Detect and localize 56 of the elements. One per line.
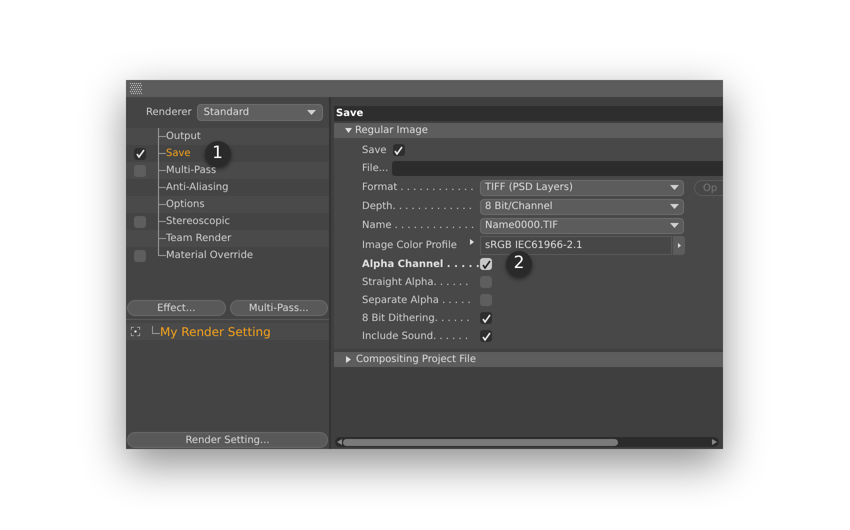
render-setting-button[interactable]: Render Setting... bbox=[127, 432, 328, 448]
panel-button[interactable]: Multi-Pass... bbox=[230, 300, 328, 316]
field-label: 8 Bit Dithering. . . . . . bbox=[362, 312, 470, 326]
caret-icon bbox=[670, 204, 679, 209]
field-label: Straight Alpha. . . . . . bbox=[362, 276, 468, 290]
horizontal-scrollbar[interactable] bbox=[335, 437, 719, 447]
tree-item[interactable]: Stereoscopic bbox=[166, 214, 230, 229]
dropdown[interactable]: TIFF (PSD Layers) bbox=[480, 180, 684, 196]
group-header[interactable]: Regular Image bbox=[334, 123, 723, 138]
field-label: Format . . . . . . . . . . . . bbox=[362, 181, 474, 195]
scroll-right-icon[interactable] bbox=[712, 439, 717, 445]
color-profile-field: sRGB IEC61966-2.1 bbox=[480, 236, 672, 254]
panel-title: Save bbox=[334, 106, 723, 121]
checkbox[interactable] bbox=[134, 250, 146, 262]
focus-icon bbox=[131, 327, 140, 336]
check-icon bbox=[482, 260, 490, 268]
dropdown[interactable]: Name0000.TIF bbox=[480, 218, 684, 234]
tree-item[interactable]: Options bbox=[166, 197, 205, 212]
callout-badge: 2 bbox=[506, 251, 532, 277]
field-label: Separate Alpha . . . . . bbox=[362, 294, 471, 308]
triangle-right-icon bbox=[345, 356, 352, 363]
caret-icon bbox=[670, 185, 679, 190]
field-label: Include Sound. . . . . . bbox=[362, 330, 468, 344]
checkbox[interactable] bbox=[480, 312, 492, 324]
checkbox[interactable] bbox=[480, 258, 492, 270]
field-label: File... bbox=[362, 162, 388, 176]
field-label: Name . . . . . . . . . . . . . bbox=[362, 219, 474, 233]
caret-icon bbox=[306, 110, 316, 114]
tree-item[interactable]: Output bbox=[166, 129, 201, 144]
checkbox[interactable] bbox=[134, 148, 146, 160]
file-field[interactable] bbox=[392, 161, 723, 176]
tree-item[interactable]: Save bbox=[166, 146, 191, 161]
checkbox[interactable] bbox=[134, 216, 146, 228]
triangle-right-icon[interactable] bbox=[470, 239, 474, 245]
profile-menu-button[interactable] bbox=[673, 236, 685, 254]
field-label: Depth. . . . . . . . . . . . . bbox=[362, 200, 472, 214]
check-icon bbox=[136, 149, 144, 158]
caret-icon bbox=[670, 223, 679, 228]
triangle-down-icon bbox=[345, 127, 352, 134]
field-label: Image Color Profile bbox=[362, 238, 457, 252]
check-icon bbox=[394, 146, 404, 154]
group-header[interactable]: Compositing Project File bbox=[334, 352, 723, 367]
field-label: Alpha Channel . . . . . bbox=[362, 258, 480, 272]
triangle-right-icon bbox=[678, 242, 680, 248]
panel-button[interactable]: Effect... bbox=[127, 300, 226, 316]
dropdown[interactable]: 8 Bit/Channel bbox=[480, 198, 684, 214]
checkbox[interactable] bbox=[480, 330, 492, 342]
group-title: Regular Image bbox=[355, 124, 428, 138]
renderer-dropdown[interactable]: Standard bbox=[196, 104, 323, 120]
tree-item[interactable]: Material Override bbox=[166, 248, 254, 263]
renderer-label: Renderer bbox=[146, 106, 192, 120]
scrollbar-thumb[interactable] bbox=[343, 438, 618, 446]
field-label: Save bbox=[362, 144, 387, 158]
tree-item[interactable]: Anti-Aliasing bbox=[166, 180, 228, 195]
group-title: Compositing Project File bbox=[356, 353, 476, 367]
checkbox[interactable] bbox=[392, 144, 405, 156]
